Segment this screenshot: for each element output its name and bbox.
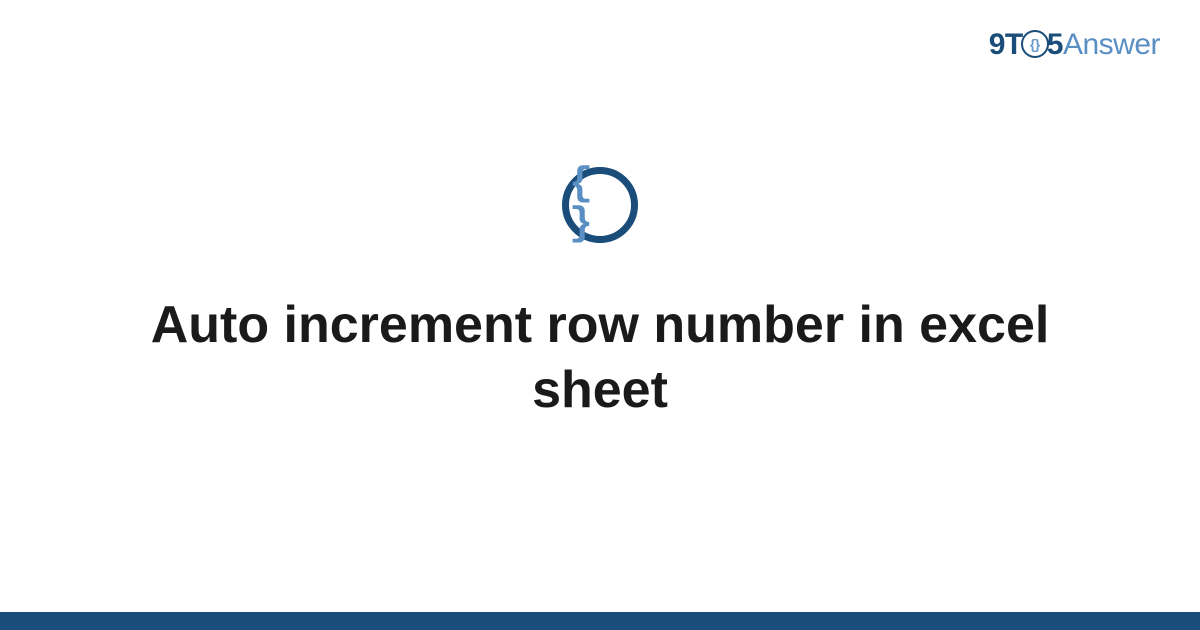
- code-braces-icon: { }: [562, 167, 638, 243]
- footer-accent-bar: [0, 612, 1200, 630]
- braces-glyph: { }: [569, 165, 631, 245]
- main-content: { } Auto increment row number in excel s…: [0, 0, 1200, 630]
- page-title: Auto increment row number in excel sheet: [100, 293, 1100, 423]
